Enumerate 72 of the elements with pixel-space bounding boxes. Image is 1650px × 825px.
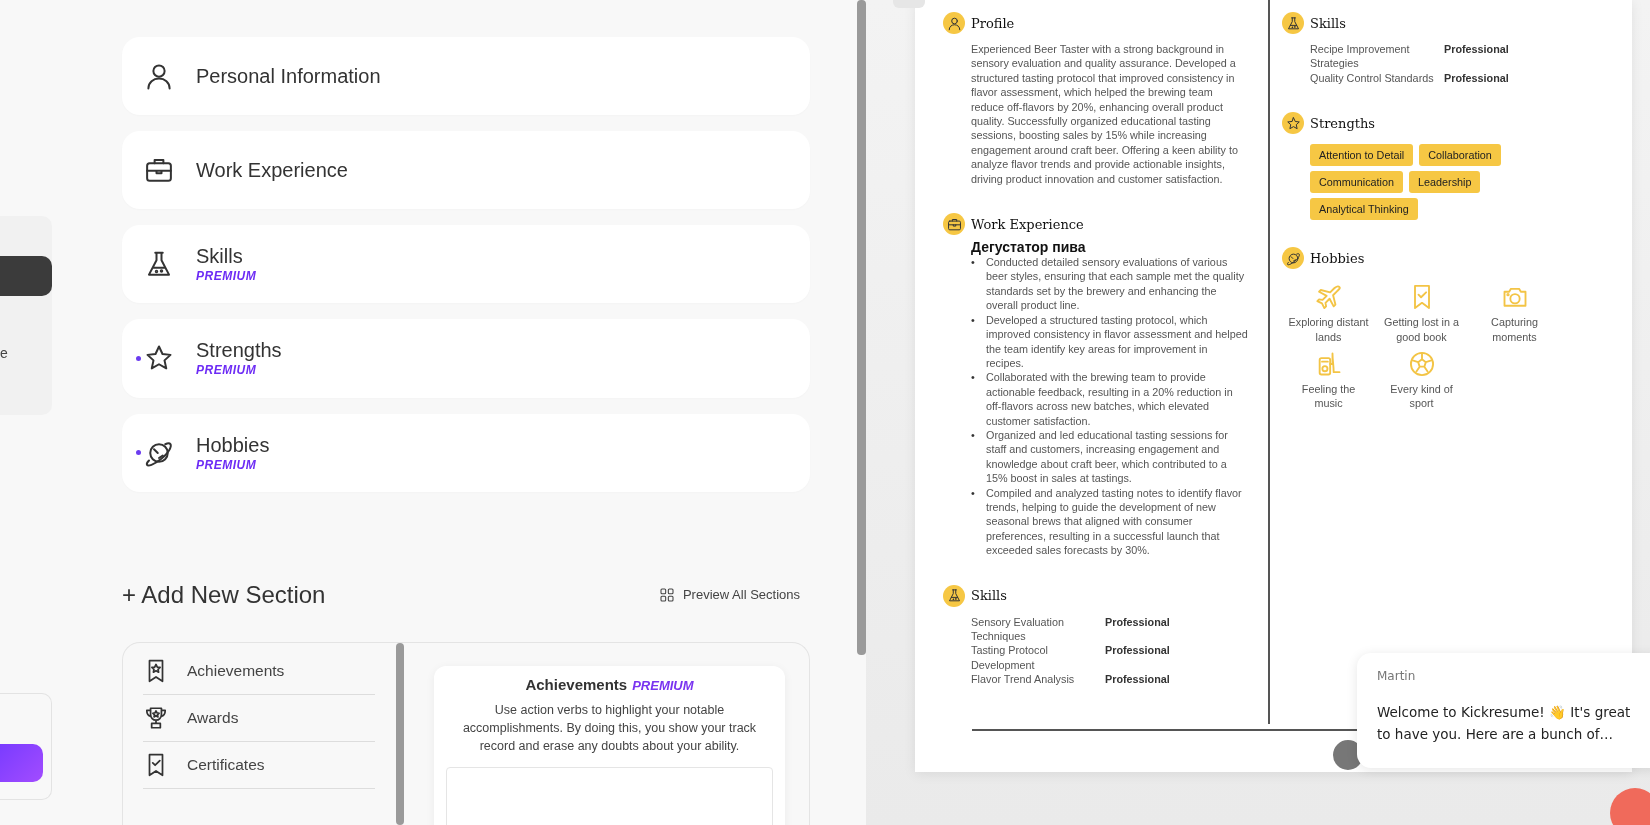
- preview-description: Use action verbs to highlight your notable accomplishments. By doing this, you show your track record and erase any doubts about your ability.: [461, 702, 758, 756]
- strength-tag: Attention to Detail: [1310, 144, 1414, 167]
- skill-level: Professional: [1444, 42, 1510, 57]
- skill-level: Professional: [1105, 614, 1171, 630]
- section-card[interactable]: Work Experience: [122, 131, 810, 210]
- premium-label: PREMIUM: [196, 363, 258, 378]
- skill-level: Professional: [1105, 672, 1171, 687]
- section-heading: Hobbies: [1310, 250, 1365, 266]
- skill-name: Tasting Protocol Development: [971, 643, 1049, 673]
- preview-title: Achievements: [525, 676, 628, 694]
- job-bullet: Organized and led educational tasting sessions for staff and customers, increasing engagement and knowledge about craft beer, which contributed to a 15% boost in sales at tastings.: [986, 427, 1229, 486]
- hobby-label: Every kind of sport: [1389, 382, 1454, 411]
- airplane-icon: [1314, 283, 1343, 312]
- bullet-marker: •: [971, 312, 976, 328]
- bullet-marker: •: [971, 485, 976, 501]
- skill-name: Recipe Improvement Strategies: [1310, 42, 1411, 71]
- scrollbar[interactable]: [857, 0, 866, 655]
- hobby-label: Feeling the music: [1300, 382, 1357, 411]
- section-option[interactable]: Awards: [143, 695, 375, 743]
- skill-level: Professional: [1105, 643, 1171, 659]
- skill-name: Sensory Evaluation Techniques: [971, 614, 1066, 644]
- profile-summary: Experienced Beer Taster with a strong background in sensory evaluation and quality assurance. Developed a structured tasting protocol that improved consistency in flavor assessment, which helped the brewing team reduce off-flavors by 20%, enhancing overall product quality. Successfully organized educational tasting sessions, boosting sales by 15% while increasing engagement around craft beer. Offering a keen ability to analyze flavor trends and provide actionable insights, driving product innovation and customer satisfaction.: [971, 42, 1239, 187]
- section-card[interactable]: Personal Information: [122, 37, 810, 116]
- person-icon: [144, 61, 174, 92]
- hobby-label: Exploring distant lands: [1287, 315, 1370, 345]
- chat-bubble[interactable]: Martin Welcome to Kickresume! 👋 It's great to have you. Here are a bunch of…: [1357, 653, 1650, 768]
- section-card[interactable]: Skills PREMIUM: [122, 225, 810, 304]
- strength-tag: Leadership: [1409, 171, 1481, 194]
- chat-sender: Martin: [1377, 669, 1417, 683]
- sidebar-active-item[interactable]: [0, 256, 52, 296]
- preview-all-link[interactable]: Preview All Sections: [658, 586, 810, 603]
- section-title: Hobbies: [196, 433, 270, 457]
- skill-level: Professional: [1444, 70, 1510, 86]
- strength-tag: Communication: [1310, 171, 1403, 194]
- section-card[interactable]: Strengths PREMIUM: [122, 319, 810, 398]
- skill-name: Quality Control Standards: [1310, 70, 1434, 86]
- add-section-heading: + Add New Section: [122, 580, 326, 609]
- bullet-marker: •: [971, 427, 976, 443]
- section-heading: Profile: [971, 15, 1015, 31]
- strength-tag: Collaboration: [1419, 144, 1501, 167]
- section-heading: Strengths: [1310, 115, 1375, 131]
- list-scrollbar[interactable]: [396, 643, 404, 825]
- section-heading: Work Experience: [971, 216, 1084, 232]
- soccer-ball-icon: [1407, 350, 1436, 379]
- bullet-marker: •: [971, 370, 976, 386]
- section-heading: Skills: [1310, 15, 1346, 31]
- section-title: Strengths: [196, 339, 282, 363]
- trophy-icon: [143, 705, 169, 732]
- job-bullet: Conducted detailed sensory evaluations of various beer styles, ensuring that each sample met the quality standards set by the brewery and enhancing the overall product line.: [986, 255, 1246, 313]
- premium-label: PREMIUM: [196, 269, 257, 284]
- sidebar-text: e: [0, 345, 9, 361]
- section-option[interactable]: Certificates: [143, 742, 375, 790]
- section-card[interactable]: Hobbies PREMIUM: [122, 413, 810, 492]
- grid-icon: [658, 586, 675, 603]
- job-bullet: Collaborated with the brewing team to provide actionable feedback, resulting in a 20% reduction in off-flavors across new batches, which elevated customer satisfaction.: [986, 370, 1234, 428]
- bullet-marker: •: [971, 255, 976, 271]
- job-title: Дегустатор пива: [971, 239, 1087, 256]
- job-bullet: Compiled and analyzed tasting notes to identify flavor trends, helping to guide the development of new seasonal brews that aligned with consumer preferences, resulting in a successful launch that exceeded sales forecasts by 30%.: [986, 485, 1243, 558]
- chat-message: Welcome to Kickresume! 👋 It's great to have you. Here are a bunch of…: [1377, 703, 1632, 744]
- upgrade-button[interactable]: [0, 744, 43, 782]
- hobby-label: Getting lost in a good book: [1383, 315, 1460, 345]
- section-option[interactable]: Achievements: [143, 648, 375, 696]
- premium-label: PREMIUM: [196, 457, 258, 472]
- section-title: Skills: [196, 245, 244, 269]
- job-bullet: Developed a structured tasting protocol, which improved consistency in flavor assessment and helped the team identify key areas for improvement in recipes.: [986, 312, 1248, 371]
- section-title: Work Experience: [196, 158, 348, 182]
- section-heading: Skills: [971, 588, 1007, 604]
- premium-label: PREMIUM: [632, 678, 694, 694]
- section-title: Personal Information: [196, 64, 381, 88]
- skill-name: Flavor Trend Analysis: [971, 672, 1076, 687]
- strength-tag: Analytical Thinking: [1310, 198, 1418, 221]
- hobby-label: Capturing moments: [1490, 315, 1539, 345]
